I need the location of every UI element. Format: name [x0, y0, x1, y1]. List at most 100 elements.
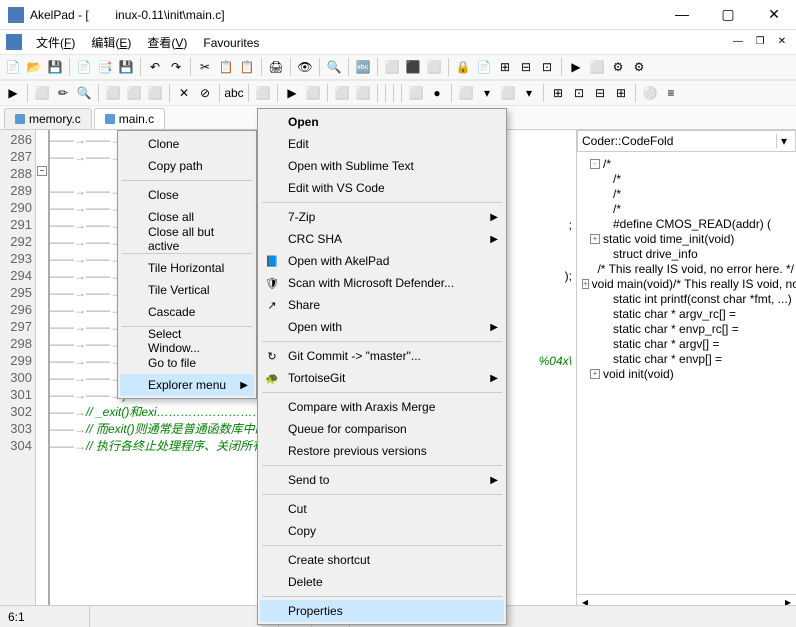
menu-item-edit-with-vs-code[interactable]: Edit with VS Code — [260, 177, 504, 199]
toolbar-button[interactable]: ⬜ — [125, 84, 143, 102]
toolbar-button[interactable]: ⊘ — [196, 84, 214, 102]
outline-node[interactable]: static char * argv[] = — [579, 336, 794, 351]
toolbar-button[interactable]: ✂ — [196, 58, 214, 76]
toolbar-button[interactable]: 👁 — [296, 58, 314, 76]
maximize-button[interactable]: ▢ — [714, 6, 742, 23]
tree-toggle[interactable]: - — [590, 159, 600, 169]
toolbar-button[interactable]: 📂 — [25, 58, 43, 76]
menu-item-tortoisegit[interactable]: 🐢TortoiseGit▶ — [260, 367, 504, 389]
toolbar-button[interactable]: 📋 — [217, 58, 235, 76]
toolbar-button[interactable]: ▶ — [283, 84, 301, 102]
toolbar-button[interactable]: ⬜ — [588, 58, 606, 76]
menu-item-cut[interactable]: Cut — [260, 498, 504, 520]
outline-node[interactable]: -/* — [579, 156, 794, 171]
menu-item-select-window-[interactable]: Select Window... — [120, 330, 254, 352]
outline-node[interactable]: +static void time_init(void) — [579, 231, 794, 246]
menu-item-compare-with-araxis-merge[interactable]: Compare with Araxis Merge — [260, 396, 504, 418]
menu-item-7-zip[interactable]: 7-Zip▶ — [260, 206, 504, 228]
menu-item-open-with-sublime-text[interactable]: Open with Sublime Text — [260, 155, 504, 177]
toolbar-button[interactable]: ⊡ — [538, 58, 556, 76]
toolbar-button[interactable]: 📄 — [4, 58, 22, 76]
toolbar-button[interactable]: 💾 — [117, 58, 135, 76]
toolbar-button[interactable]: ⬜ — [425, 58, 443, 76]
outline-node[interactable]: static char * argv_rc[] = — [579, 306, 794, 321]
mdi-min-button[interactable]: — — [730, 34, 746, 50]
menu-item-open-with-akelpad[interactable]: 📘Open with AkelPad — [260, 250, 504, 272]
menu-item-go-to-file[interactable]: Go to file — [120, 352, 254, 374]
outline-node[interactable]: +void main(void)/* This really IS void, … — [579, 276, 794, 291]
toolbar-button[interactable]: ▾ — [520, 84, 538, 102]
toolbar-button[interactable]: 🔍 — [75, 84, 93, 102]
toolbar-button[interactable]: ↶ — [146, 58, 164, 76]
menu-编辑(E)[interactable]: 编辑(E) — [83, 34, 139, 52]
toolbar-button[interactable]: ● — [428, 84, 446, 102]
minimize-button[interactable]: — — [668, 6, 696, 23]
menu-item-properties[interactable]: Properties — [260, 600, 504, 622]
toolbar-button[interactable]: 📄 — [475, 58, 493, 76]
toolbar-button[interactable]: ⬜ — [383, 58, 401, 76]
outline-node[interactable]: +void init(void) — [579, 366, 794, 381]
toolbar-button[interactable]: 💾 — [46, 58, 64, 76]
outline-node[interactable]: /* — [579, 201, 794, 216]
chevron-down-icon[interactable]: ▾ — [776, 134, 791, 148]
mdi-close-button[interactable]: ✕ — [774, 34, 790, 50]
toolbar-button[interactable]: ⬜ — [407, 84, 425, 102]
toolbar-button[interactable]: ⊞ — [549, 84, 567, 102]
toolbar-button[interactable]: 📄 — [75, 58, 93, 76]
menu-item-git-commit-master-[interactable]: ↻Git Commit -> "master"... — [260, 345, 504, 367]
toolbar-button[interactable]: ≡ — [662, 84, 680, 102]
outline-node[interactable]: /* — [579, 171, 794, 186]
toolbar-button[interactable]: ⬜ — [104, 84, 122, 102]
menu-item-crc-sha[interactable]: CRC SHA▶ — [260, 228, 504, 250]
toolbar-button[interactable]: ⬛ — [404, 58, 422, 76]
toolbar-button[interactable]: ▶ — [4, 84, 22, 102]
toolbar-button[interactable]: ▾ — [478, 84, 496, 102]
menu-item-delete[interactable]: Delete — [260, 571, 504, 593]
fold-marker[interactable]: − — [37, 166, 47, 176]
toolbar-button[interactable]: ⬜ — [304, 84, 322, 102]
menu-item-send-to[interactable]: Send to▶ — [260, 469, 504, 491]
toolbar-button[interactable]: ↷ — [167, 58, 185, 76]
toolbar-button[interactable]: ⬜ — [33, 84, 51, 102]
menu-文件(F)[interactable]: 文件(F) — [28, 34, 83, 52]
menu-item-tile-horizontal[interactable]: Tile Horizontal — [120, 257, 254, 279]
outline-node[interactable]: static char * envp_rc[] = — [579, 321, 794, 336]
menu-item-create-shortcut[interactable]: Create shortcut — [260, 549, 504, 571]
outline-node[interactable]: struct drive_info — [579, 246, 794, 261]
tree-toggle[interactable]: + — [582, 279, 589, 289]
toolbar-button[interactable]: 🔒 — [454, 58, 472, 76]
menu-item-share[interactable]: ↗Share — [260, 294, 504, 316]
explorer-context-menu[interactable]: OpenEditOpen with Sublime TextEdit with … — [257, 108, 507, 625]
tree-toggle[interactable]: + — [590, 234, 600, 244]
menu-Favourites[interactable]: Favourites — [195, 34, 267, 52]
menu-item-clone[interactable]: Clone — [120, 133, 254, 155]
toolbar-button[interactable]: ⬜ — [457, 84, 475, 102]
tree-toggle[interactable]: + — [590, 369, 600, 379]
tab-context-menu[interactable]: CloneCopy pathCloseClose allClose all bu… — [117, 130, 257, 399]
tab-main.c[interactable]: main.c — [94, 108, 165, 129]
menu-item-open[interactable]: Open — [260, 111, 504, 133]
menu-item-close[interactable]: Close — [120, 184, 254, 206]
toolbar-button[interactable]: ✕ — [175, 84, 193, 102]
toolbar-button[interactable]: ⚙ — [630, 58, 648, 76]
toolbar-button[interactable]: ⊞ — [496, 58, 514, 76]
toolbar-button[interactable]: ⚪ — [641, 84, 659, 102]
toolbar-button[interactable]: ⬜ — [354, 84, 372, 102]
tab-memory.c[interactable]: memory.c — [4, 108, 92, 129]
close-button[interactable]: ✕ — [760, 6, 788, 23]
menu-item-scan-with-microsoft-defender-[interactable]: 🛡Scan with Microsoft Defender... — [260, 272, 504, 294]
toolbar-button[interactable]: ⊡ — [570, 84, 588, 102]
outline-node[interactable]: /* — [579, 186, 794, 201]
menu-item-explorer-menu[interactable]: Explorer menu▶ — [120, 374, 254, 396]
menu-item-open-with[interactable]: Open with▶ — [260, 316, 504, 338]
toolbar-button[interactable]: ⬜ — [499, 84, 517, 102]
toolbar-button[interactable]: 📑 — [96, 58, 114, 76]
toolbar-button[interactable]: abc — [225, 84, 243, 102]
toolbar-button[interactable]: ⬜ — [254, 84, 272, 102]
menu-item-queue-for-comparison[interactable]: Queue for comparison — [260, 418, 504, 440]
fold-column[interactable]: − — [36, 130, 50, 610]
menu-item-cascade[interactable]: Cascade — [120, 301, 254, 323]
toolbar-button[interactable]: 🔤 — [354, 58, 372, 76]
mdi-restore-button[interactable]: ❐ — [752, 34, 768, 50]
menu-item-edit[interactable]: Edit — [260, 133, 504, 155]
